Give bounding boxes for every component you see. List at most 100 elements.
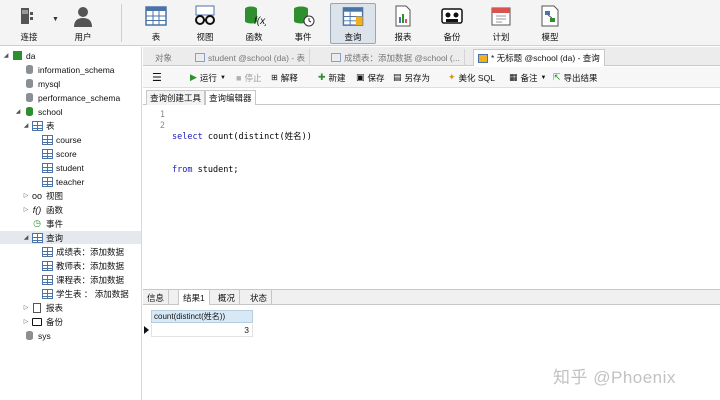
tree-tables-folder[interactable]: ◢ 表 — [22, 119, 55, 132]
grid-cell[interactable]: 3 — [151, 324, 253, 337]
chevron-down-icon[interactable]: ▼ — [220, 75, 226, 81]
svg-text:f(x): f(x) — [254, 16, 266, 27]
tree-query[interactable]: 教师表：添加数据 — [40, 259, 124, 272]
sql-code[interactable]: select count(distinct(姓名)) from student; — [172, 110, 312, 198]
code-line: from student; — [172, 165, 312, 176]
backup-button[interactable]: 备份 — [429, 3, 475, 44]
tab-status[interactable]: 状态 — [246, 290, 273, 305]
run-button[interactable]: ▶ 运行 ▼ — [190, 70, 226, 85]
query-button[interactable]: 查询 — [330, 3, 376, 44]
tab-student-table[interactable]: student @school (da) - 表 — [191, 49, 310, 66]
query-icon — [342, 7, 364, 26]
save-as-button[interactable]: ▤ 另存为 — [393, 70, 430, 85]
stop-icon: ■ — [236, 72, 242, 83]
collapse-icon[interactable]: ◢ — [2, 52, 10, 59]
tree-query-label: 成绩表：添加数据 — [56, 246, 125, 257]
beautify-sql-button[interactable]: ✦ 美化 SQL — [448, 70, 495, 85]
new-label: 新建 — [328, 72, 346, 83]
export-label: 导出结果 — [563, 72, 598, 83]
sql-text: student; — [192, 165, 239, 175]
tree-database-school[interactable]: ◢ school — [14, 105, 63, 118]
model-button[interactable]: 模型 — [527, 3, 573, 44]
editor-mode-tabs: 查询创建工具 查询编辑器 — [143, 89, 720, 105]
chevron-down-icon[interactable]: ▼ — [52, 16, 59, 23]
tree-database[interactable]: sys — [14, 329, 51, 342]
new-button[interactable]: ✚ 新建 — [318, 70, 346, 85]
connect-label: 连接 — [20, 32, 38, 42]
tree-events-folder[interactable]: ◷ 事件 — [22, 217, 63, 230]
watermark: 知乎 @Phoenix — [553, 368, 676, 387]
tab-query-builder[interactable]: 查询创建工具 — [146, 90, 206, 105]
view-button[interactable]: 视图 — [182, 3, 228, 44]
tab-grade-query[interactable]: 成绩表：添加数据 @school (... — [327, 49, 465, 66]
tree-backups-folder[interactable]: ▷ 备份 — [22, 315, 63, 328]
tree-functions-folder[interactable]: ▷ f() 函数 — [22, 203, 63, 216]
tab-query-editor[interactable]: 查询编辑器 — [205, 90, 256, 105]
sql-keyword: select — [172, 132, 203, 142]
connect-button[interactable]: 连接 — [6, 3, 52, 44]
sql-editor[interactable]: 1 2 select count(distinct(姓名)) from stud… — [143, 106, 720, 288]
explain-button[interactable]: ⊞ 解释 — [271, 70, 298, 85]
expand-icon[interactable]: ▷ — [22, 304, 30, 311]
stop-button[interactable]: ■ 停止 — [236, 70, 261, 85]
table-row[interactable]: 3 — [143, 324, 253, 337]
tree-database-label: mysql — [38, 78, 61, 89]
connection-icon — [11, 50, 23, 61]
tree-reports-folder[interactable]: ▷ 报表 — [22, 301, 63, 314]
table-button[interactable]: 表 — [133, 3, 179, 44]
expand-icon[interactable]: ▷ — [22, 318, 30, 325]
chevron-down-icon[interactable]: ▼ — [541, 75, 547, 81]
report-icon — [31, 302, 43, 313]
clock-icon: ◷ — [33, 218, 41, 228]
user-button[interactable]: 用户 — [60, 3, 106, 44]
schedule-button[interactable]: 计划 — [478, 3, 524, 44]
document-tabs: 对象 student @school (da) - 表 成绩表：添加数据 @sc… — [143, 47, 720, 66]
save-label: 保存 — [367, 72, 385, 83]
column-header[interactable]: count(distinct(姓名)) — [151, 310, 253, 323]
function-button[interactable]: f(x) 函数 — [231, 3, 277, 44]
tab-objects[interactable]: 对象 — [151, 49, 176, 66]
tab-label: 成绩表：添加数据 @school (... — [344, 52, 460, 63]
tree-table-label: course — [56, 134, 82, 145]
tree-views-folder[interactable]: ▷ oo 视图 — [22, 189, 63, 202]
tree-database[interactable]: mysql — [14, 77, 60, 90]
collapse-icon[interactable]: ◢ — [22, 234, 30, 241]
export-icon: ⇱ — [553, 72, 561, 82]
export-results-button[interactable]: ⇱ 导出结果 — [553, 70, 598, 85]
tree-table[interactable]: teacher — [40, 175, 84, 188]
tree-connection[interactable]: ◢ da — [2, 49, 36, 62]
menu-icon[interactable]: ☰ — [152, 70, 162, 85]
database-icon — [23, 330, 35, 341]
tree-query[interactable]: 学生表 ： 添加数据 — [40, 287, 129, 300]
subtab-label: 查询创建工具 — [150, 93, 202, 103]
comment-button[interactable]: ▦ 备注 ▼ — [509, 70, 546, 85]
report-button[interactable]: 报表 — [380, 3, 426, 44]
tab-info[interactable]: 信息 — [143, 290, 170, 305]
glasses-icon: oo — [31, 190, 42, 201]
collapse-icon[interactable]: ◢ — [14, 108, 22, 115]
rtab-label: 信息 — [147, 292, 165, 303]
backup-icon — [441, 8, 463, 24]
event-button[interactable]: 事件 — [280, 3, 326, 44]
expand-icon[interactable]: ▷ — [22, 206, 30, 213]
tab-profile[interactable]: 概况 — [214, 290, 241, 305]
line-numbers: 1 2 — [143, 110, 165, 132]
expand-icon[interactable]: ▷ — [22, 192, 30, 199]
tree-table[interactable]: student — [40, 161, 84, 174]
tree-query[interactable]: 成绩表：添加数据 — [40, 245, 124, 258]
tree-queries-folder[interactable]: ◢ 查询 — [0, 231, 141, 244]
tab-result1[interactable]: 结果1 — [178, 290, 210, 305]
save-button[interactable]: ▣ 保存 — [356, 70, 385, 85]
plug-icon — [21, 8, 33, 24]
table-icon — [41, 162, 53, 173]
result-tabs: 信息 结果1 概况 状态 — [143, 289, 720, 305]
rtab-label: 状态 — [250, 292, 268, 303]
tree-database[interactable]: performance_schema — [14, 91, 120, 104]
tree-table[interactable]: course — [40, 133, 82, 146]
tree-query[interactable]: 课程表：添加数据 — [40, 273, 124, 286]
toolbar-divider — [121, 4, 122, 42]
collapse-icon[interactable]: ◢ — [22, 122, 30, 129]
tree-table[interactable]: score — [40, 147, 77, 160]
tree-database[interactable]: information_schema — [14, 63, 115, 76]
tab-untitled-query[interactable]: * 无标题 @school (da) - 查询 — [473, 49, 605, 66]
